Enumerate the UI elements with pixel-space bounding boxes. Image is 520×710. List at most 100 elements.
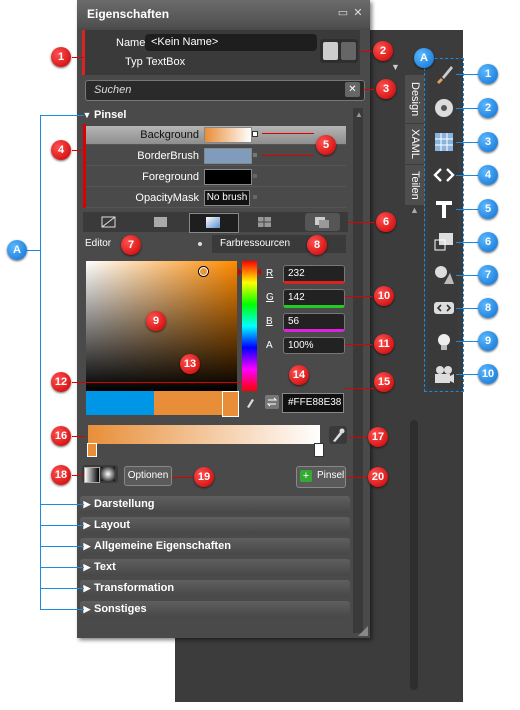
options-button[interactable]: Optionen	[124, 466, 172, 486]
gradient-stop-swatch-1[interactable]	[86, 391, 154, 415]
prop-row-background[interactable]: Background	[86, 126, 346, 145]
rectangle-icon[interactable]	[432, 230, 456, 254]
hue-slider-thumb[interactable]	[238, 263, 261, 276]
tab-teilen[interactable]: Teilen	[405, 165, 424, 205]
channel-b-field[interactable]: 56	[283, 313, 345, 332]
resize-grip-icon[interactable]	[358, 623, 368, 636]
tab-xaml[interactable]: XAML	[405, 124, 424, 164]
linear-gradient-icon[interactable]	[84, 467, 100, 483]
name-field[interactable]: <Kein Name>	[145, 34, 317, 51]
gradient-stop-swatch-2[interactable]	[154, 391, 222, 415]
callout-14: 14	[289, 365, 309, 385]
channel-g-field[interactable]: 142	[283, 289, 345, 308]
brush-section-title: Pinsel	[94, 109, 127, 121]
grid-icon[interactable]	[432, 130, 456, 154]
camera-icon[interactable]	[432, 362, 456, 386]
channel-b-label: B	[266, 316, 273, 327]
red-line	[72, 382, 242, 383]
disc-icon[interactable]	[432, 96, 456, 120]
prop-row-borderbrush[interactable]: BorderBrush	[86, 147, 346, 166]
section-darstellung-title: Darstellung	[94, 498, 155, 510]
opacitymask-advanced-icon[interactable]	[253, 195, 257, 199]
foreground-advanced-icon[interactable]	[253, 174, 257, 178]
section-allgemeine[interactable]: ▶ Allgemeine Eigenschaften	[80, 538, 350, 555]
type-value: TextBox	[146, 56, 186, 68]
brush-icon[interactable]	[432, 62, 456, 86]
add-brush-button[interactable]: + Pinsel	[296, 466, 346, 488]
section-text[interactable]: ▶ Text	[80, 559, 350, 576]
prop-row-opacitymask[interactable]: OpacityMask No brush	[86, 189, 346, 208]
red-line	[349, 437, 369, 438]
foreground-swatch[interactable]	[204, 169, 252, 185]
swap-icon[interactable]	[265, 395, 279, 409]
borderbrush-advanced-icon[interactable]	[253, 153, 257, 157]
name-label: Name	[116, 37, 146, 49]
prop-row-foreground[interactable]: Foreground	[86, 168, 346, 187]
blue-line	[40, 546, 84, 547]
tab-design[interactable]: Design	[405, 75, 424, 123]
blue-bracket	[40, 115, 41, 609]
gradient-stop-end[interactable]	[314, 443, 324, 457]
events-view-icon[interactable]	[341, 42, 356, 60]
search-input[interactable]: Suchen	[85, 80, 365, 101]
pin-icon[interactable]: ▭	[337, 7, 349, 19]
tile-brush-icon[interactable]	[241, 214, 289, 230]
channel-a-field[interactable]: 100%	[283, 337, 345, 354]
opacitymask-value[interactable]: No brush	[204, 190, 250, 206]
background-label: Background	[140, 129, 199, 141]
gradient-bar[interactable]	[88, 425, 320, 444]
radial-gradient-icon[interactable]	[101, 467, 115, 481]
blue-line	[456, 275, 478, 276]
hex-value-field[interactable]: #FFE88E38	[282, 393, 344, 413]
section-darstellung[interactable]: ▶ Darstellung	[80, 496, 350, 513]
add-plus-icon: +	[300, 470, 312, 482]
section-layout-title: Layout	[94, 519, 131, 531]
lightbulb-icon[interactable]	[432, 330, 456, 354]
gradient-stop-start[interactable]	[87, 443, 97, 457]
gradient-eyedropper-icon[interactable]	[329, 426, 347, 444]
section-layout[interactable]: ▶ Layout	[80, 517, 350, 534]
resources-brush-icon[interactable]	[305, 213, 340, 231]
section-transformation[interactable]: ▶ Transformation	[80, 580, 350, 597]
blue-line	[40, 588, 84, 589]
gradient-brush-icon[interactable]	[189, 213, 239, 233]
red-line	[348, 222, 376, 223]
callout-a-right: A	[414, 48, 434, 68]
tabs-scrollbar[interactable]	[410, 420, 418, 690]
gradient-stop-swatch-3[interactable]	[222, 391, 239, 417]
clear-search-icon[interactable]: ✕	[345, 82, 360, 97]
panel-scrollbar[interactable]	[353, 108, 363, 633]
callout-b-7: 7	[478, 265, 498, 285]
callout-3: 3	[376, 79, 396, 99]
section-allgemeine-title: Allgemeine Eigenschaften	[94, 540, 231, 552]
code-brackets-icon[interactable]	[432, 163, 456, 187]
opacitymask-label: OpacityMask	[135, 192, 199, 204]
callout-b-6: 6	[478, 232, 498, 252]
borderbrush-swatch[interactable]	[204, 148, 252, 164]
background-advanced-icon[interactable]	[252, 131, 258, 137]
red-line	[346, 477, 368, 478]
solid-brush-icon[interactable]	[137, 214, 185, 230]
add-brush-label: Pinsel	[317, 470, 345, 481]
color-field-cursor[interactable]	[199, 267, 208, 276]
scroll-up-icon[interactable]: ▲	[355, 110, 363, 119]
callout-11: 11	[374, 334, 394, 354]
callout-13: 13	[180, 354, 200, 374]
eyedropper-icon-small[interactable]	[245, 394, 255, 408]
tab-editor[interactable]: Editor	[85, 238, 111, 249]
brush-section-header[interactable]: ▼ Pinsel	[80, 107, 350, 124]
properties-view-icon[interactable]	[323, 42, 338, 60]
text-t-icon[interactable]	[432, 197, 456, 221]
tabs-scroll-arrow-icon[interactable]: ▲	[410, 205, 419, 215]
blue-line	[40, 609, 84, 610]
code-arrows-icon[interactable]	[432, 296, 456, 320]
panel-menu-icon[interactable]: ▼	[391, 62, 400, 72]
close-icon[interactable]: ✕	[352, 7, 364, 19]
section-sonstiges[interactable]: ▶ Sonstiges	[80, 601, 350, 618]
shapes-icon[interactable]	[432, 263, 456, 287]
background-brush-swatch[interactable]	[204, 127, 252, 143]
hue-slider[interactable]	[242, 261, 257, 391]
channel-r-field[interactable]: 232	[283, 265, 345, 284]
no-brush-icon[interactable]	[85, 214, 133, 230]
panel-title: Eigenschaften	[77, 0, 370, 28]
